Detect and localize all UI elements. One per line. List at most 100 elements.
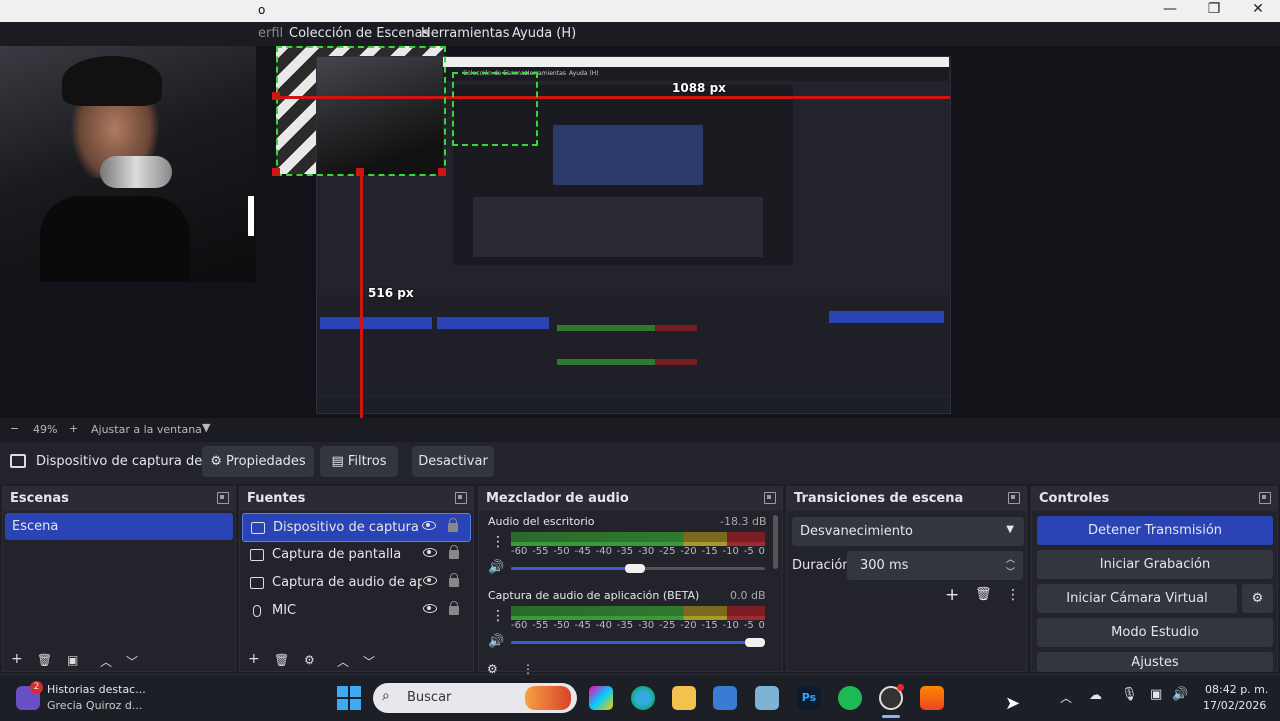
deactivate-button[interactable]: Desactivar — [412, 446, 494, 477]
network-icon[interactable]: ▣ — [1150, 687, 1162, 702]
maximize-button[interactable]: ❐ — [1192, 1, 1236, 21]
notification-subtitle[interactable]: Grecia Quiroz d... — [47, 699, 142, 712]
add-icon[interactable]: + — [248, 651, 260, 667]
filter-icon[interactable]: ▣ — [67, 653, 78, 667]
menu-help[interactable]: Ayuda (H) — [512, 26, 576, 41]
resize-handle[interactable] — [272, 92, 280, 100]
mixer-scrollbar[interactable] — [773, 515, 778, 569]
scenes-dock-footer: + 🗑 ▣ ︿ ﹀ — [3, 651, 235, 671]
volume-slider-handle[interactable] — [625, 564, 645, 573]
undock-icon[interactable] — [217, 492, 229, 504]
menu-scene-collection[interactable]: Colección de Escenas — [289, 26, 429, 41]
tick-label: -60 — [511, 546, 528, 557]
undock-icon[interactable] — [1008, 492, 1020, 504]
undock-icon[interactable] — [1259, 492, 1271, 504]
source-label: Captura de pantalla — [272, 547, 402, 562]
file-explorer-icon[interactable] — [672, 686, 696, 710]
preview-canvas[interactable]: Colección de Escenas Herramientas Ayuda … — [0, 46, 1280, 418]
clock-date[interactable]: 17/02/2026 — [1203, 699, 1266, 712]
source-toolbar: Dispositivo de captura de v — [0, 442, 1280, 484]
stop-streaming-button[interactable]: Detener Transmisión — [1037, 516, 1273, 545]
add-icon[interactable]: + — [11, 651, 23, 667]
onedrive-icon[interactable]: ☁ — [1089, 688, 1102, 703]
notification-title[interactable]: Historias destac... — [47, 683, 146, 696]
move-up-icon[interactable]: ︿ — [337, 653, 349, 670]
source-item[interactable]: Dispositivo de captura de v — [242, 513, 471, 542]
undock-icon[interactable] — [455, 492, 467, 504]
lock-icon[interactable] — [449, 545, 459, 559]
photos-icon[interactable] — [755, 686, 779, 710]
minimize-button[interactable]: — — [1148, 1, 1192, 21]
source-item[interactable]: Captura de pantalla — [242, 541, 471, 568]
fl-studio-icon[interactable] — [920, 686, 944, 710]
filters-button[interactable]: ▤ Filtros — [320, 446, 398, 477]
add-icon[interactable]: + — [945, 585, 959, 605]
tick-label: -55 — [532, 620, 549, 631]
recording-indicator — [897, 684, 904, 691]
trash-icon[interactable]: 🗑 — [37, 653, 52, 667]
volume-icon[interactable]: 🔊 — [1172, 687, 1188, 702]
transitions-dock: Transiciones de escena Desvanecimiento ▼… — [786, 486, 1027, 672]
duration-label: Duración — [792, 558, 851, 573]
virtual-camera-settings-button[interactable]: ⚙ — [1242, 584, 1273, 613]
properties-button[interactable]: ⚙ Propiedades — [202, 446, 314, 477]
resize-handle[interactable] — [356, 168, 364, 176]
copilot-icon[interactable] — [589, 686, 613, 710]
kebab-menu-icon[interactable]: ⋮ — [491, 534, 505, 550]
visibility-eye-icon[interactable] — [423, 548, 437, 557]
visibility-eye-icon[interactable] — [423, 604, 437, 613]
undock-icon[interactable] — [764, 492, 776, 504]
start-virtual-camera-button[interactable]: Iniciar Cámara Virtual — [1037, 584, 1237, 613]
scene-item[interactable]: Escena — [5, 513, 233, 540]
microphone-icon[interactable]: 🎙 — [1121, 687, 1138, 702]
meter-ticks: -60 -55 -50 -45 -40 -35 -30 -25 -20 -15 -10 -5 0 — [511, 620, 765, 631]
clock-time[interactable]: 08:42 p. m. — [1205, 683, 1268, 696]
speaker-icon[interactable]: 🔊 — [488, 560, 504, 575]
chevron-up-icon[interactable]: ︿ — [1006, 552, 1015, 565]
search-icon: ⌕ — [382, 688, 390, 704]
lock-icon[interactable] — [449, 601, 459, 615]
chevron-down-icon[interactable]: ﹀ — [1006, 565, 1015, 578]
speaker-icon[interactable]: 🔊 — [488, 634, 504, 649]
store-icon[interactable] — [713, 686, 737, 710]
menu-tools[interactable]: Herramientas — [421, 26, 510, 41]
volume-slider-fill — [511, 641, 755, 644]
selection-bounding-box[interactable] — [276, 46, 446, 176]
windows-start-icon[interactable] — [337, 686, 361, 710]
trash-icon[interactable]: 🗑 — [274, 653, 289, 667]
visibility-eye-icon[interactable] — [422, 521, 436, 530]
tick-label: -25 — [659, 546, 676, 557]
close-button[interactable]: ✕ — [1236, 1, 1280, 21]
edge-browser-icon[interactable] — [631, 686, 655, 710]
visibility-eye-icon[interactable] — [423, 576, 437, 585]
lock-icon[interactable] — [449, 573, 459, 587]
chevron-up-icon[interactable]: ︿ — [1060, 689, 1072, 706]
chevron-down-icon[interactable]: ▼ — [202, 421, 210, 434]
studio-mode-button[interactable]: Modo Estudio — [1037, 618, 1273, 647]
duration-input[interactable]: 300 ms ︿ ﹀ — [847, 551, 1023, 580]
trash-icon[interactable]: 🗑 — [975, 587, 992, 602]
settings-button[interactable]: Ajustes — [1037, 652, 1273, 672]
zoom-out-button[interactable]: − — [10, 422, 19, 435]
kebab-menu-icon[interactable]: ⋮ — [491, 608, 505, 624]
move-down-icon[interactable]: ﹀ — [363, 653, 375, 670]
fit-window-option[interactable]: Ajustar a la ventana — [91, 423, 202, 436]
menu-perfil[interactable]: erfil — [258, 26, 283, 41]
zoom-in-button[interactable]: + — [69, 422, 78, 435]
taskbar-search[interactable]: ⌕ Buscar — [373, 683, 577, 713]
source-item[interactable]: MIC — [242, 597, 471, 624]
resize-handle[interactable] — [272, 168, 280, 176]
move-up-icon[interactable]: ︿ — [100, 653, 112, 670]
move-down-icon[interactable]: ﹀ — [126, 653, 138, 670]
spotify-icon[interactable] — [838, 686, 862, 710]
gear-icon[interactable]: ⚙ — [304, 653, 315, 667]
start-recording-button[interactable]: Iniciar Grabación — [1037, 550, 1273, 579]
volume-slider-handle[interactable] — [745, 638, 765, 647]
chevron-down-icon: ▼ — [1006, 524, 1014, 535]
source-item[interactable]: Captura de audio de aplica — [242, 569, 471, 596]
lock-icon[interactable] — [448, 518, 458, 532]
transition-select[interactable]: Desvanecimiento ▼ — [792, 517, 1024, 546]
resize-handle[interactable] — [438, 168, 446, 176]
photoshop-icon[interactable]: Ps — [797, 686, 821, 710]
kebab-menu-icon[interactable]: ⋮ — [1006, 587, 1020, 603]
